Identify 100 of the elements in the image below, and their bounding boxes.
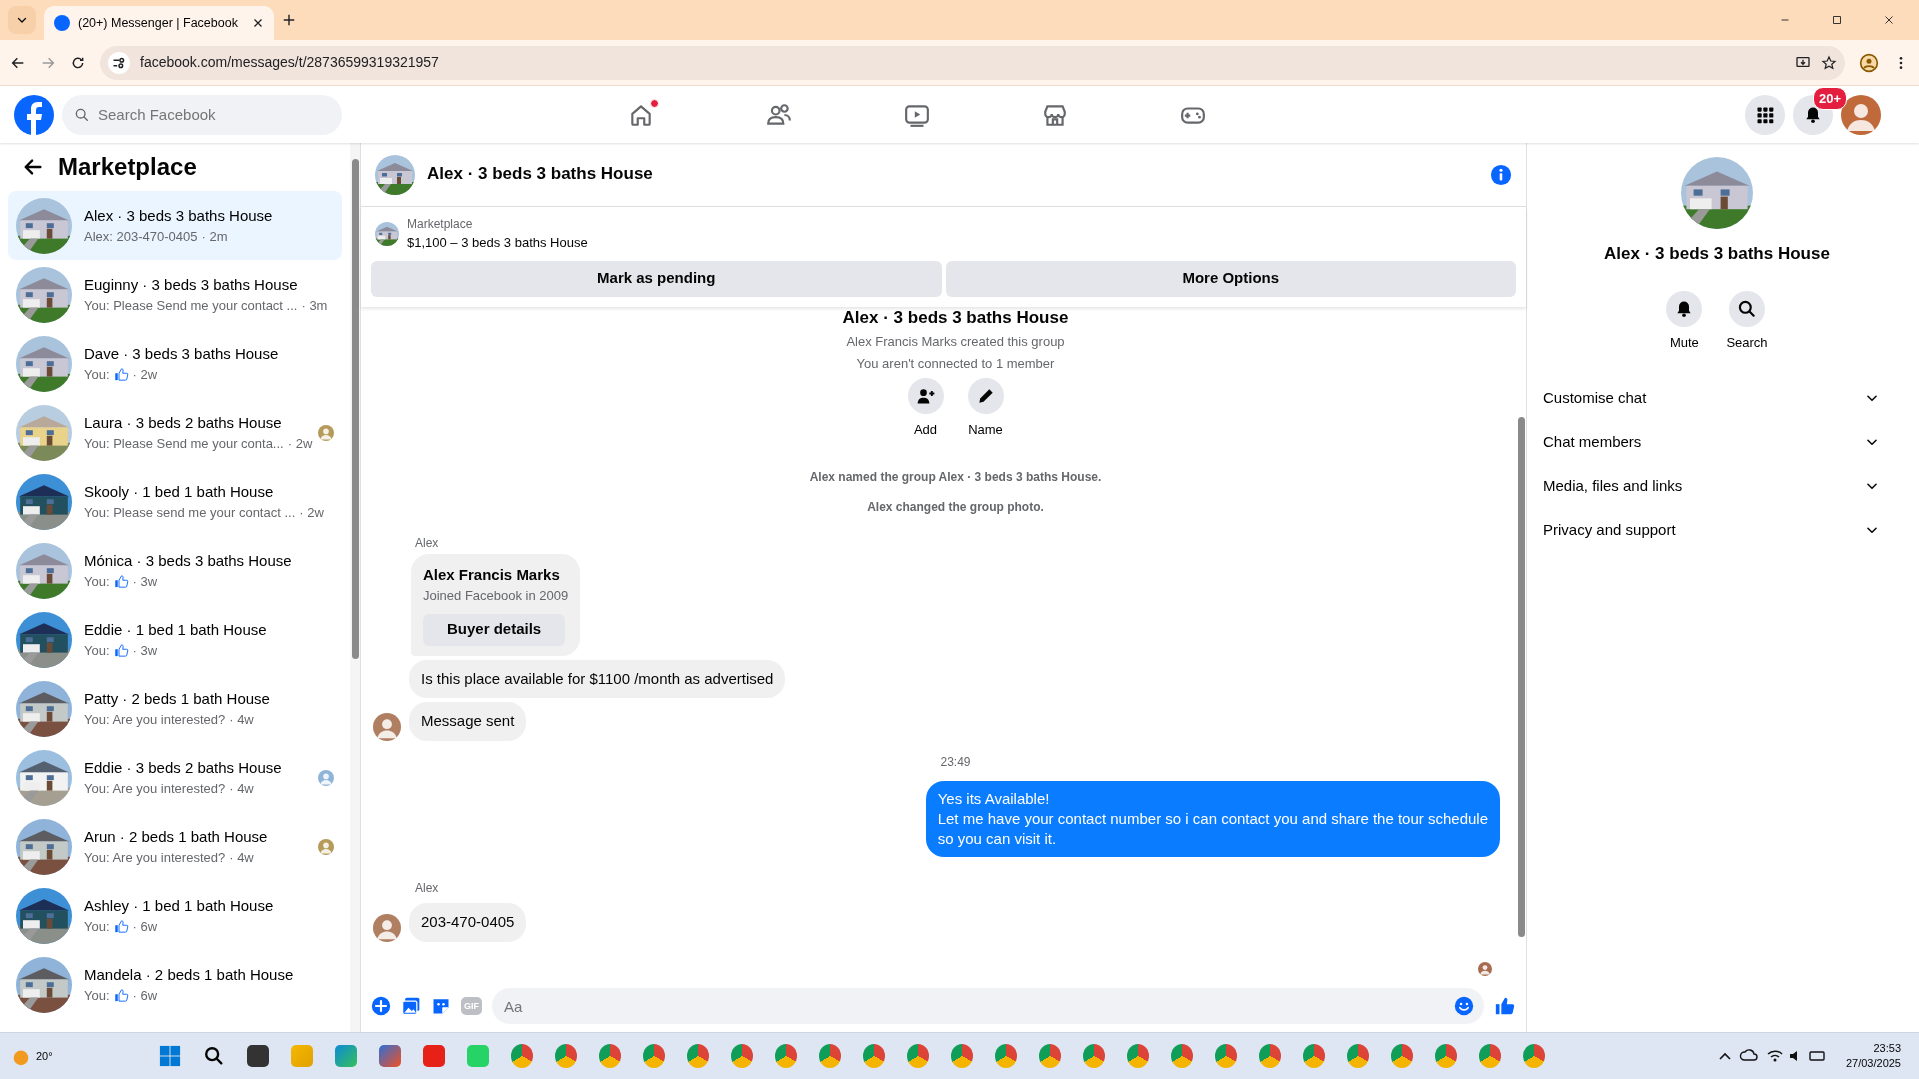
timestamp: · 4w [229, 849, 254, 867]
info-icon[interactable] [1490, 163, 1512, 186]
message-preview: Alex: 203-470-0405 [84, 228, 198, 246]
timestamp: · 6w [132, 918, 158, 936]
section-toggle[interactable]: Customise chat [1543, 376, 1891, 420]
group-info-text: Alex Francis Marks created this group [846, 334, 1065, 349]
timestamp: · 2w [287, 435, 313, 453]
conversation-title: Alex · 3 beds 3 baths House [84, 205, 274, 226]
system-message: Alex named the group Alex · 3 beds 3 baths House. [809, 468, 1102, 486]
conversation-item[interactable]: Arun · 2 beds 1 bath House You: Are you interested? · 4w [8, 812, 342, 881]
browser-tab[interactable]: (20+) Messenger | Facebook [44, 6, 274, 40]
action-button[interactable]: More Options [945, 260, 1516, 297]
search-field[interactable]: Search Facebook [62, 94, 342, 135]
conversation-item[interactable]: Dave · 3 beds 3 baths House You: · 2w [8, 329, 342, 398]
thumbs-up-icon[interactable] [1494, 995, 1516, 1017]
timestamp: · 2w [132, 366, 158, 384]
maximize-icon[interactable] [1831, 14, 1843, 26]
sender-name: Alex [415, 535, 439, 550]
listing-label: Marketplace [407, 216, 474, 233]
timestamp: · 4w [229, 780, 254, 798]
bookmark-star-icon[interactable] [1821, 54, 1837, 71]
sticker-icon[interactable] [431, 996, 451, 1016]
conversation-item[interactable]: Mónica · 3 beds 3 baths House You: · 3w [8, 536, 342, 605]
message-preview: You: Are you interested? [84, 711, 226, 729]
back-arrow-icon[interactable] [22, 156, 44, 178]
timestamp: · 6w [132, 987, 158, 1005]
conversation-item[interactable]: Mandela · 2 beds 1 bath House You: · 6w [8, 950, 342, 1019]
buyer-details-button[interactable]: Buyer details [423, 613, 566, 646]
avatar-icon[interactable] [1841, 94, 1881, 135]
timestamp: · 3w [132, 642, 158, 660]
plus-icon[interactable] [371, 996, 391, 1016]
favicon-icon [54, 15, 70, 31]
emoji-icon[interactable] [1454, 996, 1474, 1016]
action-button[interactable]: Mark as pending [371, 260, 942, 297]
profile-icon[interactable] [1859, 52, 1879, 73]
conversation-item[interactable]: Skooly · 1 bed 1 bath House You: Please send me your contact ... · 2w [8, 467, 342, 536]
section-toggle[interactable]: Privacy and support [1543, 508, 1891, 552]
avatar-icon [1478, 962, 1492, 976]
conversation-title: Eddie · 3 beds 2 baths House [84, 757, 283, 778]
menu-button[interactable] [1745, 94, 1785, 135]
message-preview: You: [84, 918, 110, 936]
search-icon [1737, 298, 1757, 319]
timestamp: · 4w [229, 711, 254, 729]
conversation-title: Euginny · 3 beds 3 baths House [84, 274, 299, 295]
new-tab-icon[interactable] [282, 13, 296, 27]
timestamp: · 3w [132, 573, 158, 591]
clock-date: 27/03/2025 [1845, 1056, 1901, 1071]
conversation-title: Eddie · 1 bed 1 bath House [84, 619, 268, 640]
conversation-title: Dave · 3 beds 3 baths House [84, 343, 280, 364]
search-icon [74, 106, 90, 123]
thumbs-up-icon [113, 574, 129, 590]
conversation-item[interactable]: Eddie · 1 bed 1 bath House You: · 3w [8, 605, 342, 674]
conversation-item[interactable]: Alex · 3 beds 3 baths House Alex: 203-470-0405 · 2m [8, 191, 342, 260]
message-preview: You: Are you interested? [84, 849, 226, 867]
site-settings-icon[interactable] [108, 51, 130, 74]
conversation-title: Mónica · 3 beds 3 baths House [84, 550, 293, 571]
close-icon[interactable] [1883, 14, 1895, 26]
conversation-title: Mandela · 2 beds 1 bath House [84, 964, 295, 985]
chat-name: Alex · 3 beds 3 baths House [1604, 243, 1830, 265]
message-preview: You: [84, 642, 110, 660]
thumbs-up-icon [113, 367, 129, 383]
logo-icon[interactable] [14, 94, 54, 135]
tab-list-button[interactable] [8, 6, 36, 34]
sidebar-title: Marketplace [58, 152, 197, 182]
conversation-item[interactable]: Euginny · 3 beds 3 baths House You: Please Send me your contact ... · 3m [8, 260, 342, 329]
clock-time: 23:53 [1872, 1041, 1901, 1056]
add-person-icon [915, 386, 936, 406]
address-bar[interactable]: facebook.com/messages/t/28736599319321957 [100, 45, 1845, 80]
conversation-title: Skooly · 1 bed 1 bath House [84, 481, 275, 502]
conversation-item[interactable]: Ashley · 1 bed 1 bath House You: · 6w [8, 881, 342, 950]
conversation-title: Arun · 2 beds 1 bath House [84, 826, 269, 847]
conversation-item[interactable]: Patty · 2 beds 1 bath House You: Are you interested? · 4w [8, 674, 342, 743]
weather-widget[interactable]: 20° [10, 1045, 53, 1067]
section-toggle[interactable]: Media, files and links [1543, 464, 1891, 508]
close-icon[interactable] [252, 17, 264, 29]
conversation-item[interactable]: Laura · 3 beds 2 baths House You: Please Send me your conta... · 2w [8, 398, 342, 467]
system-message: Alex changed the group photo. [867, 498, 1044, 516]
search-icon [202, 1045, 225, 1067]
conversation-item[interactable]: Eddie · 3 beds 2 baths House You: Are you interested? · 4w [8, 743, 342, 812]
message-preview: You: Please send me your contact ... [84, 504, 296, 522]
conversation-title: Ashley · 1 bed 1 bath House [84, 895, 275, 916]
timestamp: · 3m [301, 297, 328, 315]
sender-name: Alex [415, 881, 439, 896]
conversation-title: Patty · 2 beds 1 bath House [84, 688, 271, 709]
message-preview: You: Are you interested? [84, 780, 226, 798]
profile-detail: Joined Facebook in 2009 [423, 587, 569, 605]
message-preview: You: Please Send me your contact ... [84, 297, 298, 315]
chat-title: Alex · 3 beds 3 baths House [427, 164, 654, 185]
message-bubble: Message sent [409, 702, 527, 741]
notification-count: 20+ [1812, 86, 1847, 110]
profile-name: Alex Francis Marks [423, 564, 561, 585]
message-field[interactable]: Aa [492, 988, 1484, 1024]
people-icon [766, 101, 792, 128]
message-bubble: Yes its Available! Let me have your contact number so i can contact you and share the tour schedule so you can visit it. [925, 780, 1500, 858]
thumbs-up-icon [113, 643, 129, 659]
section-toggle[interactable]: Chat members [1543, 420, 1891, 464]
windows-icon [158, 1045, 181, 1067]
group-title: Alex · 3 beds 3 baths House [842, 306, 1069, 329]
scrollbar[interactable] [350, 143, 360, 1032]
image-icon[interactable] [401, 996, 421, 1016]
